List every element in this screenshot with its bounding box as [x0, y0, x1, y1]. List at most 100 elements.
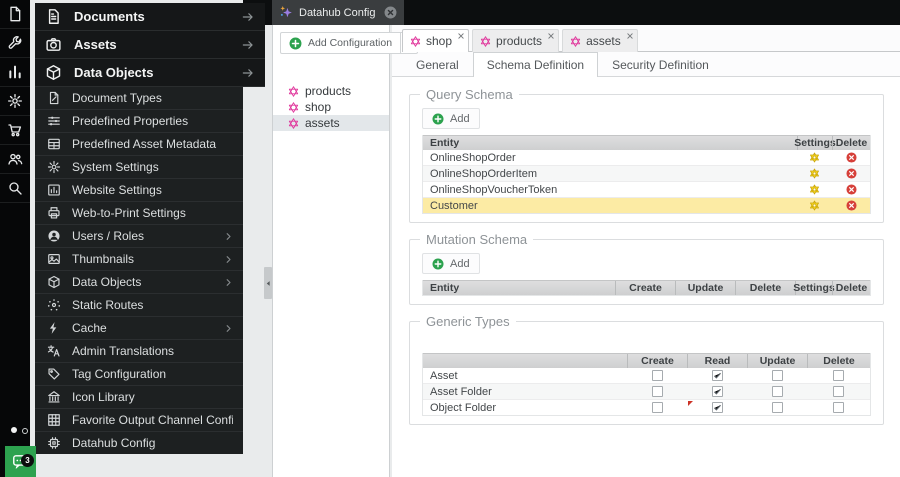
column-header-read[interactable]: Read — [687, 354, 747, 368]
read-checkbox[interactable] — [711, 402, 723, 413]
update-checkbox[interactable] — [771, 370, 783, 381]
column-header-create[interactable]: Create — [615, 281, 675, 295]
datahub-config-window-tab[interactable]: Datahub Config — [272, 0, 405, 25]
read-checkbox[interactable] — [711, 370, 723, 381]
tab-shop[interactable]: shop — [402, 29, 470, 52]
tab-assets[interactable]: assets — [562, 29, 638, 52]
chevron-right-icon — [224, 324, 233, 333]
menu-item-label: Admin Translations — [72, 344, 175, 358]
mutation-schema-add-button[interactable]: Add — [422, 253, 480, 274]
datahub-sparkle-icon — [279, 5, 294, 20]
column-header-update[interactable]: Update — [675, 281, 735, 295]
sidebar-item-predefined-properties[interactable]: Predefined Properties — [35, 110, 243, 133]
rail-documents-button[interactable] — [0, 0, 30, 29]
read-checkbox[interactable] — [711, 386, 723, 397]
rail-reports-button[interactable] — [0, 58, 30, 87]
close-icon[interactable] — [457, 32, 465, 40]
rail-search-button[interactable] — [0, 174, 30, 203]
subtab-schema-definition[interactable]: Schema Definition — [472, 52, 599, 77]
sidebar-item-predefined-asset-metadata[interactable]: Predefined Asset Metadata — [35, 133, 243, 156]
delete-icon[interactable] — [845, 168, 857, 179]
collapse-left-icon — [265, 280, 272, 287]
add-configuration-button[interactable]: Add Configuration — [280, 32, 419, 54]
accordion-data-objects[interactable]: Data Objects — [35, 59, 265, 87]
table-row[interactable]: OnlineShopOrder — [423, 150, 870, 165]
subtab-general[interactable]: General — [402, 52, 473, 76]
settings-menu: Documents Assets Data Objects Document T… — [35, 3, 265, 454]
sidebar-item-tag-configuration[interactable]: Tag Configuration — [35, 363, 243, 386]
delete-checkbox[interactable] — [833, 402, 844, 413]
chip-icon — [47, 436, 61, 450]
settings-icon[interactable] — [809, 184, 820, 195]
sidebar-item-data-objects[interactable]: Data Objects — [35, 271, 243, 294]
tree-item-products[interactable]: products — [273, 83, 389, 99]
rail-users-button[interactable] — [0, 145, 30, 174]
menu-item-label: System Settings — [72, 160, 159, 174]
delete-checkbox[interactable] — [833, 370, 844, 381]
create-checkbox[interactable] — [651, 386, 663, 397]
menu-item-label: Cache — [72, 321, 107, 335]
column-header-delete[interactable]: Delete — [735, 281, 795, 295]
notifications-chat-button[interactable]: 3 — [5, 446, 36, 477]
menu-item-label: Predefined Properties — [72, 114, 189, 128]
settings-icon[interactable] — [809, 200, 820, 211]
sidebar-item-users-roles[interactable]: Users / Roles — [35, 225, 243, 248]
column-header-settings[interactable]: Settings — [793, 281, 835, 295]
rail-ecommerce-button[interactable] — [0, 116, 30, 145]
tree-item-shop[interactable]: shop — [273, 99, 389, 115]
tree-item-assets[interactable]: assets — [273, 115, 389, 131]
create-checkbox[interactable] — [651, 370, 663, 381]
column-header-entity[interactable]: Entity — [423, 136, 797, 150]
delete-checkbox[interactable] — [833, 386, 844, 397]
sidebar-item-static-routes[interactable]: Static Routes — [35, 294, 243, 317]
subtab-security-definition[interactable]: Security Definition — [598, 52, 723, 76]
grid-icon — [47, 413, 61, 427]
table-row[interactable]: OnlineShopOrderItem — [423, 165, 870, 181]
rail-tools-button[interactable] — [0, 29, 30, 58]
sidebar-item-system-settings[interactable]: System Settings — [35, 156, 243, 179]
settings-icon[interactable] — [809, 152, 820, 163]
delete-icon[interactable] — [845, 200, 857, 211]
column-header-delete[interactable]: Delete — [832, 136, 870, 150]
create-checkbox[interactable] — [651, 402, 663, 413]
tab-products[interactable]: products — [472, 29, 560, 52]
update-checkbox[interactable] — [771, 402, 783, 413]
column-header-delete[interactable]: Delete — [807, 354, 870, 368]
delete-icon[interactable] — [845, 184, 857, 195]
close-icon[interactable] — [547, 32, 555, 40]
table-row-selected[interactable]: Customer — [423, 197, 870, 213]
sidebar-item-icon-library[interactable]: Icon Library — [35, 386, 243, 409]
column-header-create[interactable]: Create — [627, 354, 687, 368]
table-row: Asset Folder — [423, 383, 870, 399]
sidebar-item-website-settings[interactable]: Website Settings — [35, 179, 243, 202]
sidebar-item-admin-translations[interactable]: Admin Translations — [35, 340, 243, 363]
sidebar-item-document-types[interactable]: Document Types — [35, 87, 243, 110]
modified-indicator — [688, 401, 693, 406]
sidebar-item-web-to-print-settings[interactable]: Web-to-Print Settings — [35, 202, 243, 225]
close-icon[interactable] — [626, 32, 634, 40]
column-header-entity[interactable]: Entity — [423, 281, 615, 295]
table-row[interactable]: OnlineShopVoucherToken — [423, 181, 870, 197]
settings-icon[interactable] — [809, 168, 820, 179]
sidebar-item-favorite-output-channel-configurations[interactable]: Favorite Output Channel Configurations — [35, 409, 243, 432]
query-schema-add-button[interactable]: Add — [422, 108, 480, 129]
column-header-update[interactable]: Update — [747, 354, 807, 368]
tree-item-label: shop — [305, 100, 332, 114]
update-checkbox[interactable] — [771, 386, 783, 397]
plus-icon — [432, 113, 444, 125]
accordion-documents[interactable]: Documents — [35, 3, 265, 31]
sidebar-item-datahub-config[interactable]: Datahub Config — [35, 432, 243, 454]
sidebar-item-cache[interactable]: Cache — [35, 317, 243, 340]
delete-icon[interactable] — [845, 152, 857, 163]
sidebar-item-thumbnails[interactable]: Thumbnails — [35, 248, 243, 271]
panel-collapse-handle[interactable] — [264, 267, 272, 299]
table-header: Create Read Update Delete — [423, 353, 870, 368]
close-tab-icon[interactable] — [384, 6, 397, 19]
add-configuration-label: Add Configuration — [308, 37, 393, 49]
plus-icon — [289, 37, 302, 50]
rail-settings-button[interactable] — [0, 87, 30, 116]
column-header-settings[interactable]: Settings — [794, 136, 836, 150]
column-header-delete[interactable]: Delete — [832, 281, 870, 295]
accordion-assets[interactable]: Assets — [35, 31, 265, 59]
add-button-label: Add — [450, 257, 470, 270]
